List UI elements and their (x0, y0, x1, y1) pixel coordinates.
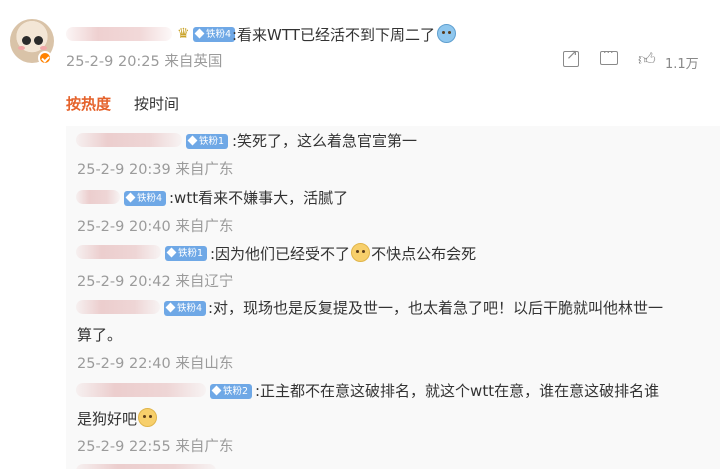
diamond-icon (194, 28, 205, 39)
reply-meta: 25-2-9 22:55 来自广东 (77, 439, 234, 455)
verified-badge-icon (38, 51, 52, 65)
diamond-icon (125, 192, 136, 203)
cry-emoji-icon (436, 24, 456, 43)
reply-text: :对，现场也是反复提及世一，也太着急了吧！以后干脆就叫他林世一 (208, 299, 664, 317)
reply-username-redacted[interactable] (76, 133, 182, 147)
fan-level-badge: 铁粉4 (124, 191, 167, 206)
like-count[interactable]: 1.1万 (665, 53, 699, 72)
comment-text: :看来WTT已经活不到下周二了 (232, 24, 456, 45)
crown-icon: ♛ (177, 26, 190, 42)
fan-level-badge: 铁粉1 (165, 246, 208, 261)
dog-emoji-icon (138, 408, 158, 427)
reply-text: :wtt看来不嫌事大，活腻了 (169, 189, 349, 207)
fan-level-badge: 铁粉1 (186, 134, 229, 149)
reply-meta: 25-2-9 20:40 来自广东 (77, 219, 234, 235)
dog-emoji-icon (351, 243, 371, 262)
tab-sort-by-time[interactable]: 按时间 (134, 94, 179, 114)
reply-username-redacted[interactable] (76, 464, 216, 469)
like-icon[interactable]: 👍︎ (638, 49, 656, 70)
fan-level-badge: 铁粉4 (164, 301, 207, 316)
diamond-icon (187, 135, 198, 146)
reply-username-redacted[interactable] (76, 190, 120, 204)
share-icon[interactable] (563, 47, 579, 67)
diamond-icon (165, 302, 176, 313)
diamond-icon (166, 247, 177, 258)
reply-text: :因为他们已经受不了 不快点公布会死 (210, 243, 477, 263)
reply-username-redacted[interactable] (76, 383, 206, 397)
reply-username-redacted[interactable] (76, 300, 160, 314)
comment-meta: 25-2-9 20:25 来自英国 (66, 54, 223, 70)
reply-meta: 25-2-9 22:40 来自山东 (77, 356, 234, 372)
reply-text-continued: 是狗好吧 (77, 408, 158, 429)
reply-text: :笑死了，这么着急官宣第一 (232, 132, 418, 150)
fan-level-badge: 铁粉2 (210, 384, 253, 399)
reply-text-continued: 算了。 (77, 326, 123, 344)
username-redacted[interactable] (66, 27, 172, 41)
fan-level-badge: 铁粉4 (193, 27, 236, 42)
reply-username-redacted[interactable] (76, 245, 161, 259)
reply-meta: 25-2-9 20:42 来自辽宁 (77, 274, 234, 290)
reply-text: :正主都不在意这破排名，就这个wtt在意，谁在意这破排名谁 (255, 382, 660, 400)
reply-meta: 25-2-9 20:39 来自广东 (77, 162, 234, 178)
comment-icon[interactable] (600, 46, 618, 65)
diamond-icon (211, 385, 222, 396)
tab-sort-by-hot[interactable]: 按热度 (66, 94, 111, 114)
